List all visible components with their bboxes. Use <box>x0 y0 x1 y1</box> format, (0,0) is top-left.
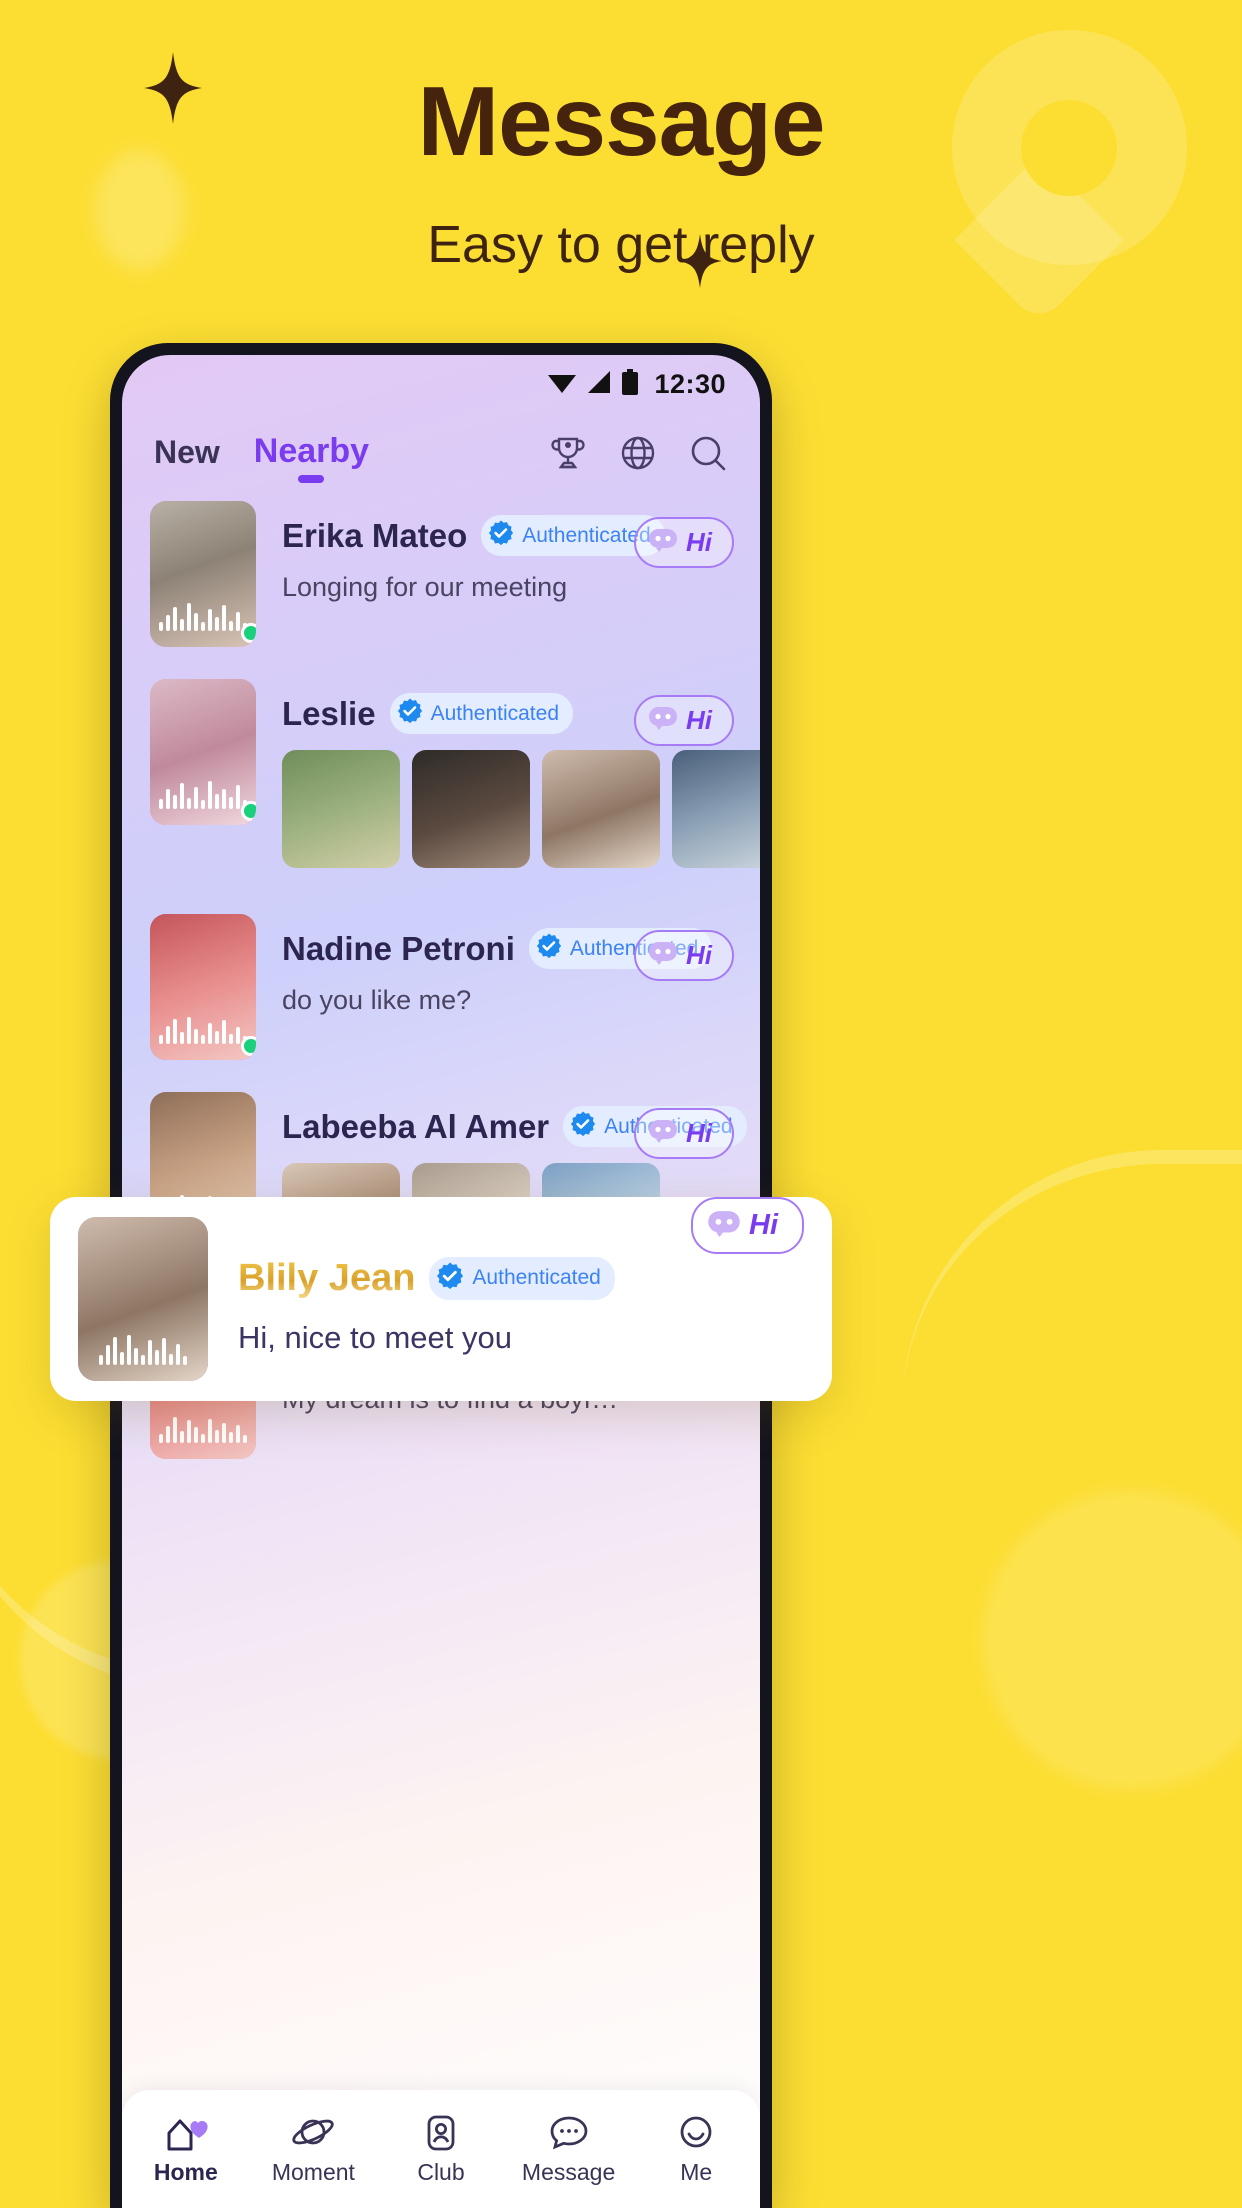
user-name: Erika Mateo <box>282 516 468 554</box>
hi-label: Hi <box>686 1118 712 1148</box>
avatar[interactable] <box>150 914 256 1060</box>
verified-check-icon <box>536 933 562 964</box>
name-line: Nadine Petroni Authenticated <box>282 914 713 969</box>
page-title: Message <box>417 66 825 176</box>
row-message: do you like me? <box>282 985 472 1015</box>
voice-wave-icon <box>150 597 256 631</box>
photo-thumbnail[interactable] <box>412 750 530 868</box>
nav-item-moment[interactable]: Moment <box>250 2113 378 2186</box>
nav-label-message: Message <box>521 2158 616 2185</box>
nav-label-club: Club <box>417 2158 465 2185</box>
verified-check-icon <box>488 520 514 551</box>
app-header: New Nearby <box>122 413 760 485</box>
name-line: Labeeba Al Amer Authenticated <box>282 1092 747 1147</box>
row-body: Nadine Petroni Authenticated do you like… <box>256 914 713 1016</box>
user-name: Labeeba Al Amer <box>282 1107 550 1145</box>
avatar[interactable] <box>150 501 256 647</box>
wifi-icon <box>548 371 577 398</box>
table-row[interactable]: Leslie Authenticated Hi <box>122 663 760 884</box>
hi-label: Hi <box>686 940 712 970</box>
photo-thumbnail[interactable] <box>282 750 400 868</box>
hi-bubble-icon <box>648 528 678 557</box>
row-body: Erika Mateo Authenticated Longing for ou… <box>256 501 665 603</box>
nav-item-home[interactable]: Home <box>122 2113 250 2186</box>
avatar[interactable] <box>78 1217 208 1381</box>
status-time: 12:30 <box>654 368 726 399</box>
nav-item-club[interactable]: Club <box>377 2113 505 2186</box>
hi-bubble-icon <box>707 1210 741 1242</box>
voice-wave-icon <box>150 775 256 809</box>
heart-home-icon <box>122 2113 250 2153</box>
hi-bubble-icon <box>648 1119 678 1148</box>
hi-bubble-icon <box>648 941 678 970</box>
row-body: Leslie Authenticated <box>256 679 760 868</box>
badge-label: Authenticated <box>472 1266 601 1289</box>
trophy-icon[interactable] <box>546 431 590 475</box>
featured-user-card[interactable]: Blily Jean Authenticated Hi, nice to mee… <box>50 1197 832 1401</box>
status-badge: Authenticated <box>429 1256 615 1300</box>
chat-bubble-icon <box>505 2113 633 2153</box>
photo-grid <box>282 750 760 868</box>
photo-thumbnail[interactable] <box>542 750 660 868</box>
globe-icon[interactable] <box>616 431 660 475</box>
search-icon[interactable] <box>686 431 730 475</box>
nav-item-message[interactable]: Message <box>505 2113 633 2186</box>
row-message: Hi, nice to meet you <box>238 1319 512 1355</box>
voice-wave-icon <box>78 1331 208 1365</box>
verified-check-icon <box>397 698 423 729</box>
page-subtitle: Easy to get reply <box>427 215 815 274</box>
name-line: Leslie Authenticated <box>282 679 624 734</box>
verified-check-icon <box>436 1262 464 1295</box>
user-name: Nadine Petroni <box>282 929 515 967</box>
online-status-dot <box>241 1036 256 1056</box>
status-bar: 12:30 <box>122 355 760 413</box>
photo-thumbnail[interactable] <box>672 750 760 868</box>
promo-header: Message Easy to get reply <box>0 70 1242 275</box>
hi-label: Hi <box>686 527 712 557</box>
swoosh-decoration-2 <box>902 1150 1242 1470</box>
hi-label: Hi <box>686 705 712 735</box>
avatar[interactable] <box>150 679 256 825</box>
tab-bar: New Nearby <box>154 432 369 485</box>
voice-wave-icon <box>150 1409 256 1443</box>
badge-label: Authenticated <box>522 523 651 547</box>
say-hi-button[interactable]: Hi <box>634 930 734 981</box>
table-row[interactable]: Nadine Petroni Authenticated do you like… <box>122 884 760 1076</box>
say-hi-button[interactable]: Hi <box>634 695 734 746</box>
table-row[interactable]: Erika Mateo Authenticated Longing for ou… <box>122 485 760 663</box>
badge-label: Authenticated <box>430 701 559 725</box>
online-status-dot <box>241 623 256 643</box>
nav-label-moment: Moment <box>271 2158 355 2185</box>
user-name: Leslie <box>282 694 376 732</box>
hi-bubble-icon <box>648 706 678 735</box>
person-card-icon <box>377 2113 505 2153</box>
voice-wave-icon <box>150 1010 256 1044</box>
hi-label: Hi <box>749 1209 778 1241</box>
tab-new[interactable]: New <box>154 434 220 485</box>
header-icon-group <box>546 431 730 485</box>
status-badge: Authenticated <box>389 693 573 734</box>
say-hi-button[interactable]: Hi <box>691 1197 804 1254</box>
online-status-dot <box>241 801 256 821</box>
nav-item-me[interactable]: Me <box>632 2113 760 2186</box>
user-name: Blily Jean <box>238 1256 416 1299</box>
featured-card-body: Blily Jean Authenticated Hi, nice to mee… <box>208 1243 681 1356</box>
signal-icon <box>586 370 612 398</box>
say-hi-button[interactable]: Hi <box>634 1108 734 1159</box>
nav-label-home: Home <box>153 2158 218 2185</box>
name-line: Blily Jean Authenticated <box>238 1243 681 1300</box>
battery-icon <box>622 368 639 400</box>
bottom-navigation: Home Moment Club Message Me <box>122 2090 760 2208</box>
blob-decoration-3 <box>982 1490 1242 1790</box>
name-line: Erika Mateo Authenticated <box>282 501 665 556</box>
say-hi-button[interactable]: Hi <box>634 517 734 568</box>
verified-check-icon <box>570 1111 596 1142</box>
smiley-icon <box>632 2113 760 2153</box>
planet-icon <box>250 2113 378 2153</box>
nav-label-me: Me <box>680 2158 713 2185</box>
row-message: Longing for our meeting <box>282 572 568 602</box>
tab-nearby[interactable]: Nearby <box>254 432 369 485</box>
